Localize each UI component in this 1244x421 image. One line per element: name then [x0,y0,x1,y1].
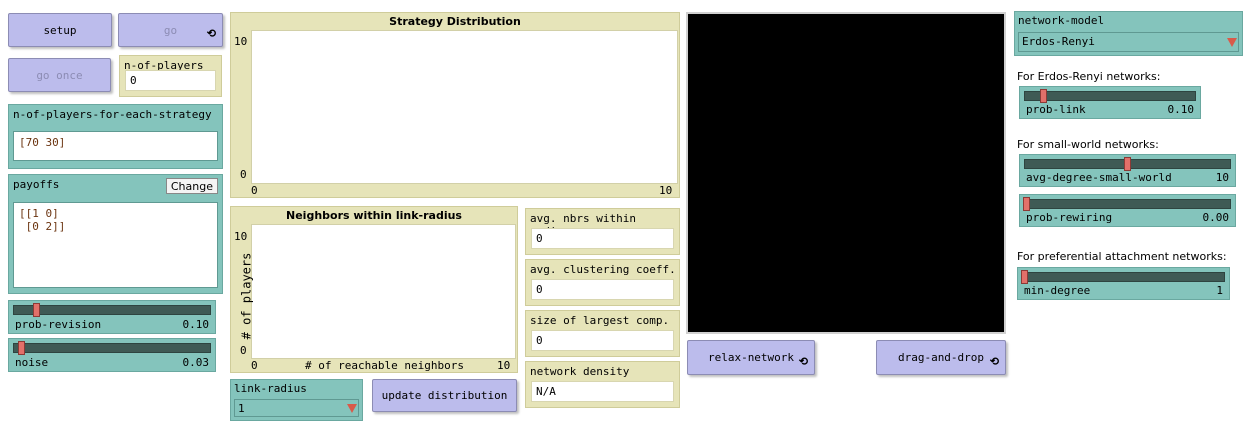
x-min-tick: 0 [251,359,258,372]
prob-link-slider[interactable]: prob-link 0.10 [1019,86,1201,119]
y-axis-label: # of players [239,252,254,340]
forever-icon: ⟲ [798,355,808,368]
slider-label: prob-link [1026,103,1086,116]
erdos-renyi-note: For Erdos-Renyi networks: [1017,70,1161,83]
go-once-button-label: go once [36,68,83,82]
slider-thumb[interactable] [33,303,40,317]
chooser-label: network-model [1018,14,1105,27]
avg-degree-slider[interactable]: avg-degree-small-world 10 [1019,154,1236,187]
prob-revision-slider[interactable]: prob-revision 0.10 [8,300,216,334]
x-max-tick: 10 [497,359,511,372]
y-min-tick: 0 [240,168,247,181]
n-players-each-strategy-input[interactable]: n-of-players-for-each-strategy [70 30] [8,104,223,169]
noise-slider[interactable]: noise 0.03 [8,338,216,372]
plot-area [251,224,516,359]
slider-value: 0.10 [182,318,210,331]
go-button-label: go [163,23,178,37]
setup-button[interactable]: setup [8,13,112,47]
monitor-value: 0 [531,279,674,300]
avg-nbrs-monitor: avg. nbrs within radius 0 [525,208,680,255]
change-button[interactable]: Change [165,178,218,194]
chooser-value[interactable]: 1 [234,399,359,417]
min-degree-slider[interactable]: min-degree 1 [1017,267,1230,300]
slider-track[interactable] [13,305,211,315]
monitor-label: avg. clustering coeff. [530,263,676,276]
go-button[interactable]: go ⟲ [118,13,223,47]
slider-track[interactable] [1022,272,1225,282]
forever-icon: ⟲ [206,27,216,40]
x-max-tick: 10 [659,184,673,197]
forever-icon: ⟲ [989,355,999,368]
plot-title: Strategy Distribution [389,15,521,28]
relax-network-button[interactable]: relax-network ⟲ [687,340,815,375]
strategy-distribution-plot: Strategy Distribution 10 0 0 10 [230,12,680,198]
update-distribution-label: update distribution [381,389,508,402]
slider-value: 0.10 [1167,103,1195,116]
drag-and-drop-label: drag-and-drop [897,351,985,364]
world-view[interactable] [686,12,1006,334]
slider-value: 10 [1215,171,1229,184]
slider-value: 0.00 [1202,211,1230,224]
dropdown-triangle-icon[interactable] [347,404,357,413]
slider-track[interactable] [13,343,211,353]
preferential-attachment-note: For preferential attachment networks: [1017,250,1227,263]
network-model-chooser[interactable]: network-model Erdos-Renyi [1014,11,1243,56]
update-distribution-button[interactable]: update distribution [372,379,517,412]
monitor-value: 0 [125,70,216,91]
network-density-monitor: network density N/A [525,361,680,408]
dropdown-triangle-icon[interactable] [1227,38,1237,47]
payoffs-input[interactable]: payoffs Change [[1 0] [0 2]] [8,174,223,294]
small-world-note: For small-world networks: [1017,138,1159,151]
slider-thumb[interactable] [1023,197,1030,211]
monitor-value: N/A [531,381,674,402]
slider-label: avg-degree-small-world [1026,171,1172,184]
plot-area [251,30,678,184]
slider-track[interactable] [1024,199,1231,209]
slider-thumb[interactable] [1040,89,1047,103]
prob-rewiring-slider[interactable]: prob-rewiring 0.00 [1019,194,1236,227]
y-max-tick: 10 [234,35,248,48]
input-value[interactable]: [70 30] [13,131,218,161]
go-once-button[interactable]: go once [8,58,111,92]
x-axis-label: # of reachable neighbors [305,359,464,372]
plot-title: Neighbors within link-radius [286,209,462,222]
slider-value: 1 [1216,284,1223,297]
avg-clustering-monitor: avg. clustering coeff. 0 [525,259,680,306]
monitor-label: network density [530,365,630,378]
slider-thumb[interactable] [18,341,25,355]
slider-value: 0.03 [182,356,210,369]
drag-and-drop-button[interactable]: drag-and-drop ⟲ [876,340,1006,375]
input-label: n-of-players-for-each-strategy [13,108,212,121]
chooser-label: link-radius [234,382,307,395]
monitor-label: size of largest comp. [530,314,670,327]
neighbors-plot: Neighbors within link-radius 10 0 # of p… [230,206,518,373]
link-radius-chooser[interactable]: link-radius 1 [230,379,363,421]
slider-label: prob-rewiring [1026,211,1113,224]
monitor-value: 0 [531,228,674,249]
input-value[interactable]: [[1 0] [0 2]] [13,202,218,288]
x-min-tick: 0 [251,184,258,197]
input-label: payoffs [13,178,60,191]
setup-button-label: setup [43,23,77,37]
slider-label: prob-revision [15,318,102,331]
monitor-value: 0 [531,330,674,351]
largest-comp-monitor: size of largest comp. 0 [525,310,680,357]
slider-thumb[interactable] [1124,157,1131,171]
y-max-tick: 10 [234,230,248,243]
n-of-players-monitor: n-of-players 0 [119,55,222,97]
slider-label: noise [15,356,49,369]
slider-label: min-degree [1024,284,1091,297]
slider-track[interactable] [1024,91,1196,101]
relax-network-label: relax-network [707,351,795,364]
chooser-value[interactable]: Erdos-Renyi [1018,32,1239,52]
y-min-tick: 0 [240,344,247,357]
slider-thumb[interactable] [1021,270,1028,284]
